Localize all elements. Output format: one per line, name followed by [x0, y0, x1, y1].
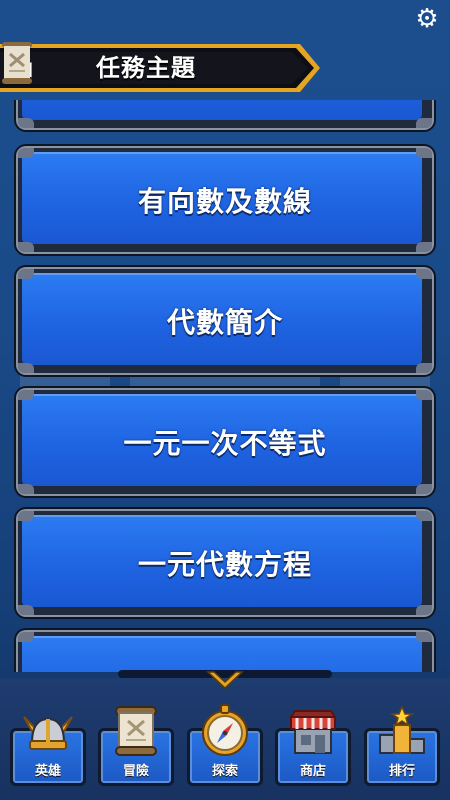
topic-label — [16, 630, 434, 672]
topic-label — [16, 100, 434, 130]
scroll-icon — [115, 706, 157, 756]
topic-card-linear-inequalities[interactable]: 一元一次不等式 — [16, 388, 434, 496]
topic-label: 一元代數方程 — [137, 548, 312, 581]
nav-adventure-label: 冒險 — [122, 764, 149, 779]
compass-icon — [202, 704, 248, 756]
nav-heroes-button[interactable]: 英雄 — [10, 716, 86, 786]
bottom-nav-bar: 英雄 冒險 探索 商店 排行 — [0, 678, 450, 800]
topic-card-linear-equations[interactable]: 一元代數方程 — [16, 509, 434, 617]
nav-ranking-button[interactable]: 排行 — [364, 705, 440, 786]
chevron-down-icon — [206, 671, 244, 690]
nav-heroes-label: 英雄 — [34, 764, 61, 779]
trophy-podium-icon — [379, 705, 425, 754]
nav-ranking-label: 排行 — [388, 764, 415, 779]
topic-label: 一元一次不等式 — [123, 427, 327, 460]
nav-explore-button[interactable]: 探索 — [187, 704, 263, 786]
topic-card-directed-numbers[interactable]: 有向數及數線 — [16, 146, 434, 254]
page-title: 任務主題 — [96, 54, 196, 82]
topic-label: 代數簡介 — [166, 306, 283, 339]
nav-adventure-button[interactable]: 冒險 — [98, 706, 174, 786]
topic-card-algebra-intro[interactable]: 代數簡介 — [16, 267, 434, 375]
nav-shop-label: 商店 — [299, 764, 326, 779]
topic-label: 有向數及數線 — [137, 185, 312, 218]
shop-icon — [289, 710, 337, 754]
nav-explore-label: 探索 — [211, 764, 238, 779]
viking-helmet-icon — [23, 716, 73, 750]
scroll-icon — [2, 42, 32, 84]
nav-shop-button[interactable]: 商店 — [275, 710, 351, 786]
settings-gear-icon[interactable]: ⚙ — [414, 6, 440, 32]
header-banner: ◀ 任務主題 — [0, 40, 322, 96]
topic-card[interactable] — [16, 630, 434, 672]
topic-list[interactable]: 有向數及數線 代數簡介 一元一次不等式 一元代數方程 — [0, 100, 450, 672]
topic-card[interactable] — [16, 100, 434, 130]
